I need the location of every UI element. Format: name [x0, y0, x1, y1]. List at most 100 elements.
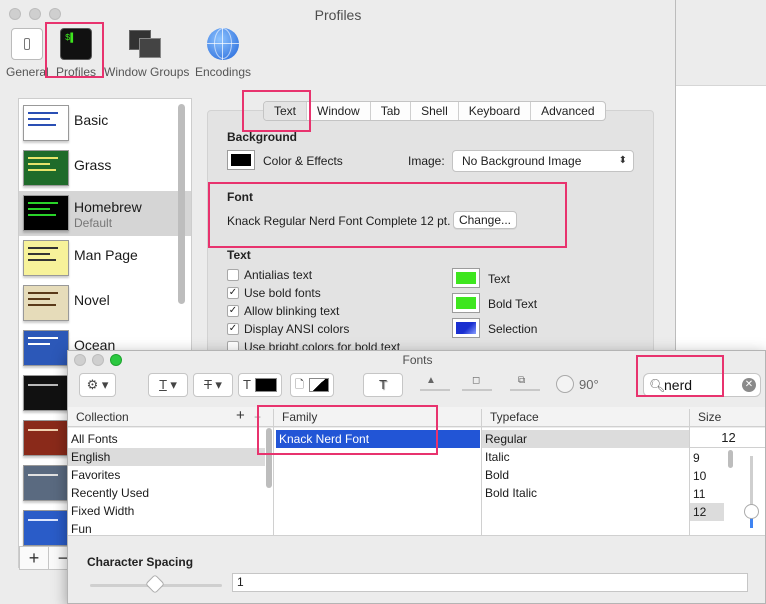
- text-color-button[interactable]: T: [238, 373, 282, 397]
- antialias-checkbox[interactable]: [227, 269, 239, 281]
- text-heading: Text: [227, 248, 251, 262]
- profile-thumbnail: [23, 465, 69, 501]
- profile-item-man-page[interactable]: Man Page: [19, 236, 191, 281]
- fonts-minimize-button[interactable]: [92, 354, 104, 366]
- ansi-colors-label: Display ANSI colors: [244, 322, 350, 336]
- font-highlight: [208, 182, 567, 248]
- general-switch-icon: [11, 28, 43, 60]
- column-divider: [689, 409, 690, 535]
- select-chevrons-icon: ⬍: [618, 155, 627, 166]
- strikethrough-button[interactable]: T ▾: [193, 373, 233, 397]
- toolbar-encodings-label: Encodings: [194, 65, 252, 79]
- character-spacing-label: Character Spacing: [87, 555, 194, 569]
- bold-fonts-checkbox[interactable]: ✓: [227, 287, 239, 299]
- settings-tabs: Text Window Tab Shell Keyboard Advanced: [263, 101, 606, 121]
- size-slider-knob[interactable]: [744, 504, 759, 519]
- typeface-item[interactable]: Italic: [482, 448, 690, 466]
- column-divider: [481, 409, 482, 535]
- text-color-well[interactable]: [452, 268, 480, 288]
- size-list-scrollbar[interactable]: [728, 450, 733, 468]
- selection-color-well[interactable]: [452, 318, 480, 338]
- fonts-panel: Fonts ⚙ ▾ T ▾ T ▾ T 🗋 T ▲ ◻ ⧉ 90° 🔍︎ ✕ C…: [67, 350, 766, 604]
- tab-window[interactable]: Window: [307, 102, 371, 120]
- background-heading: Background: [227, 130, 298, 144]
- toolbar-general-label: General: [6, 65, 49, 79]
- size-item[interactable]: 11: [690, 485, 724, 503]
- profile-thumbnail: [23, 420, 69, 456]
- size-item[interactable]: 10: [690, 467, 724, 485]
- text-shadow-button[interactable]: T: [363, 373, 403, 397]
- tab-advanced[interactable]: Advanced: [531, 102, 604, 120]
- profile-item-basic[interactable]: Basic: [19, 101, 191, 146]
- shadow-sliders[interactable]: ▲ ◻ ⧉: [420, 375, 570, 397]
- profile-list-scrollbar[interactable]: [178, 104, 185, 304]
- background-image-select[interactable]: No Background Image ⬍: [452, 150, 634, 172]
- document-color-button[interactable]: 🗋: [290, 373, 334, 397]
- profile-item-novel[interactable]: Novel: [19, 281, 191, 326]
- profile-item-homebrew[interactable]: Homebrew Default: [19, 191, 191, 236]
- collection-item[interactable]: English: [68, 448, 265, 466]
- size-input[interactable]: 12: [690, 428, 765, 448]
- underline-icon: T: [159, 377, 167, 392]
- profile-name: Novel: [74, 292, 110, 308]
- profile-name: Grass: [74, 157, 112, 173]
- profile-name: Homebrew: [74, 199, 142, 215]
- tab-tab[interactable]: Tab: [371, 102, 412, 120]
- profile-thumbnail: [23, 105, 69, 141]
- bold-text-color-well[interactable]: [452, 293, 480, 313]
- image-label: Image:: [408, 154, 445, 168]
- typeface-item[interactable]: Bold Italic: [482, 484, 690, 502]
- profile-thumbnail: [23, 330, 69, 366]
- action-gear-button[interactable]: ⚙ ▾: [79, 373, 116, 397]
- profile-thumbnail: [23, 195, 69, 231]
- toolbar-window-groups[interactable]: Window Groups: [104, 28, 190, 80]
- family-highlight: [257, 405, 438, 455]
- collection-item[interactable]: Fixed Width: [68, 502, 265, 520]
- collection-item[interactable]: All Fonts: [68, 430, 265, 448]
- toolbar-encodings[interactable]: Encodings: [194, 28, 252, 80]
- globe-icon: [207, 28, 239, 60]
- size-item-selected[interactable]: 12: [690, 503, 724, 521]
- profile-thumbnail: [23, 285, 69, 321]
- size-item[interactable]: 9: [690, 449, 724, 467]
- tab-keyboard[interactable]: Keyboard: [459, 102, 532, 120]
- typeface-item[interactable]: Bold: [482, 466, 690, 484]
- shadow-opacity-icon: ▲: [426, 375, 436, 386]
- fonts-bottom-area: [68, 535, 765, 603]
- toolbar-window-groups-label: Window Groups: [104, 65, 190, 79]
- clear-search-icon[interactable]: ✕: [742, 378, 756, 392]
- underline-button[interactable]: T ▾: [148, 373, 188, 397]
- background-color-well[interactable]: [227, 150, 255, 170]
- blinking-text-label: Allow blinking text: [244, 304, 340, 318]
- tab-shell[interactable]: Shell: [411, 102, 459, 120]
- bold-text-color-label: Bold Text: [488, 297, 538, 311]
- selection-color-label: Selection: [488, 322, 538, 336]
- color-effects-label: Color & Effects: [263, 154, 343, 168]
- profile-thumbnail: [23, 240, 69, 276]
- shadow-icon: T: [379, 377, 387, 392]
- character-spacing-input[interactable]: 1: [232, 573, 748, 592]
- shadow-angle-dial[interactable]: [556, 375, 574, 393]
- toolbar-general[interactable]: General: [6, 28, 49, 80]
- collection-item[interactable]: Favorites: [68, 466, 265, 484]
- text-color-label: Text: [488, 272, 511, 286]
- collection-item[interactable]: Recently Used: [68, 484, 265, 502]
- fonts-zoom-button[interactable]: [110, 354, 122, 366]
- profile-name: Basic: [74, 112, 109, 128]
- add-collection-icon[interactable]: +: [236, 407, 245, 424]
- fonts-close-button[interactable]: [74, 354, 86, 366]
- profile-item-grass[interactable]: Grass: [19, 146, 191, 191]
- shadow-blur-icon: ◻: [472, 375, 481, 386]
- collection-header: Collection: [76, 410, 129, 424]
- blinking-text-checkbox[interactable]: ✓: [227, 305, 239, 317]
- bold-fonts-label: Use bold fonts: [244, 286, 321, 300]
- profiles-highlight: [45, 22, 104, 78]
- profile-default-label: Default: [74, 216, 113, 230]
- add-profile-button[interactable]: +: [19, 546, 49, 570]
- search-highlight: [636, 355, 724, 397]
- typeface-header: Typeface: [490, 410, 539, 424]
- gear-icon: ⚙ ▾: [86, 377, 109, 392]
- typeface-item-selected[interactable]: Regular: [482, 430, 690, 448]
- ansi-colors-checkbox[interactable]: ✓: [227, 323, 239, 335]
- antialias-label: Antialias text: [244, 268, 313, 282]
